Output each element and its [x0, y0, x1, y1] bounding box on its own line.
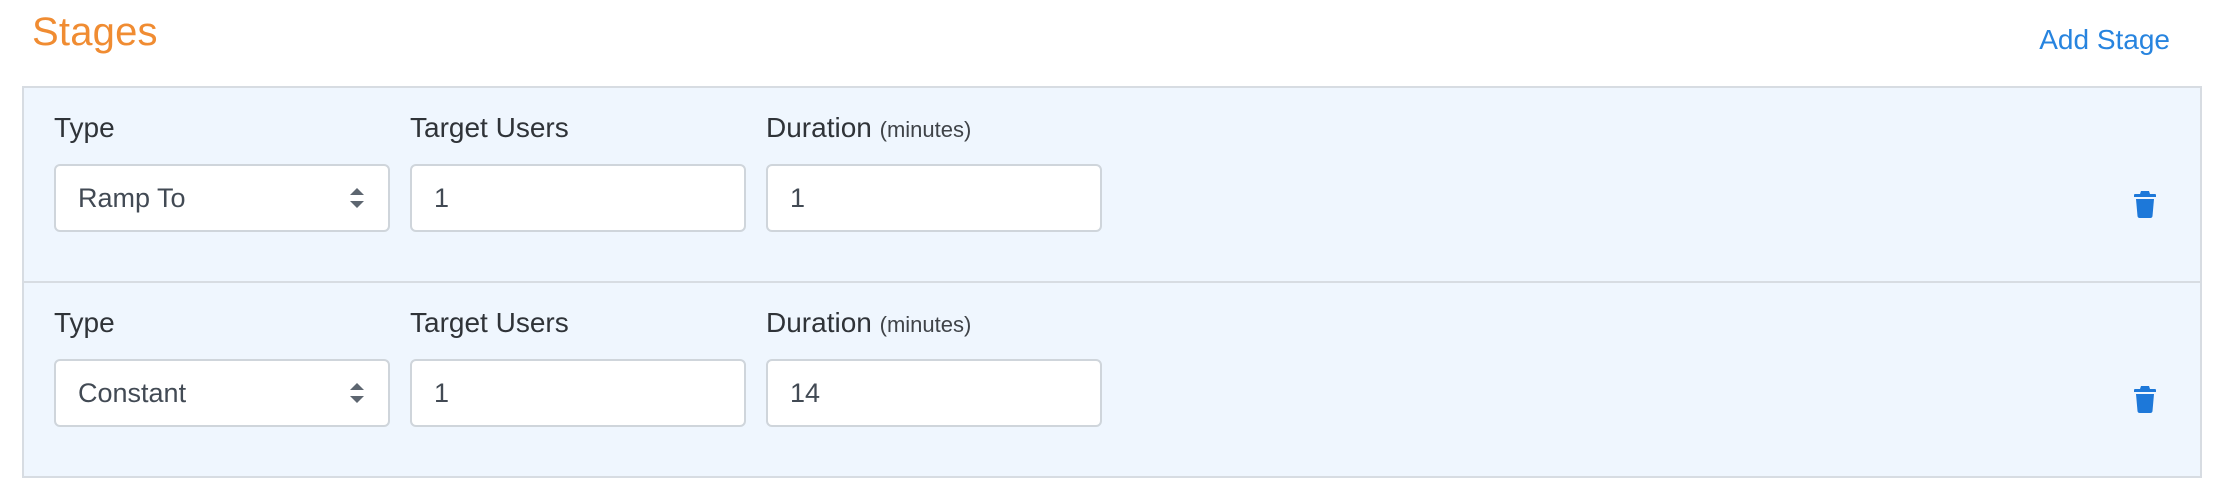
- sort-icon: [350, 383, 364, 403]
- type-select-value: Ramp To: [78, 182, 186, 213]
- duration-label-text: Duration: [766, 112, 872, 143]
- target-users-input[interactable]: [410, 359, 746, 427]
- stage-row: Type Target Users Duration (minutes) Con…: [24, 283, 2200, 478]
- type-select-value: Constant: [78, 377, 187, 408]
- duration-input[interactable]: [766, 359, 1102, 427]
- duration-unit: (minutes): [879, 117, 972, 142]
- duration-label-text: Duration: [766, 307, 872, 338]
- trash-icon[interactable]: [2134, 385, 2156, 413]
- type-label: Type: [54, 112, 115, 143]
- stages-header: Stages Add Stage: [0, 0, 2224, 86]
- sort-icon: [350, 188, 364, 208]
- type-select[interactable]: Constant: [54, 359, 390, 427]
- duration-label: Duration (minutes): [766, 111, 971, 147]
- type-select[interactable]: Ramp To: [54, 164, 390, 232]
- target-users-label: Target Users: [410, 112, 569, 143]
- type-label: Type: [54, 307, 115, 338]
- duration-unit: (minutes): [879, 312, 972, 337]
- trash-icon[interactable]: [2134, 190, 2156, 218]
- duration-label: Duration (minutes): [766, 306, 971, 342]
- stage-row: Type Target Users Duration (minutes) Ram…: [24, 88, 2200, 283]
- target-users-input[interactable]: [410, 164, 746, 232]
- duration-input[interactable]: [766, 164, 1102, 232]
- target-users-label: Target Users: [410, 307, 569, 338]
- page-title: Stages: [32, 10, 158, 54]
- stages-list: Type Target Users Duration (minutes) Ram…: [22, 86, 2202, 478]
- add-stage-button[interactable]: Add Stage: [2039, 20, 2170, 60]
